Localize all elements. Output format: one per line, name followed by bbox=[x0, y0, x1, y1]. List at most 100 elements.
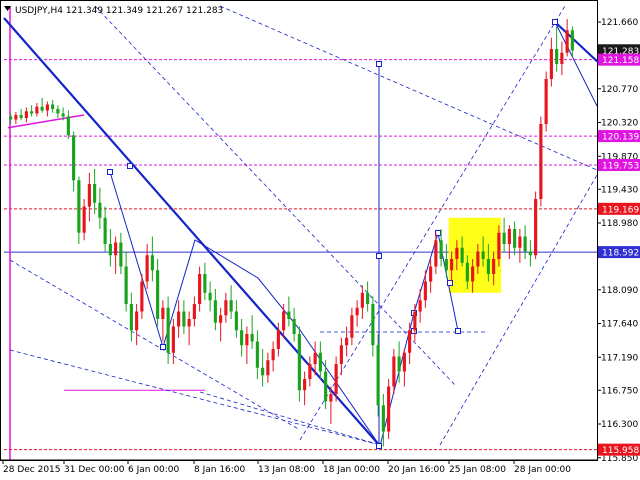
candle-body bbox=[166, 307, 170, 353]
candle-body bbox=[224, 300, 228, 316]
candle-body bbox=[402, 352, 406, 372]
candle-body bbox=[523, 236, 527, 252]
candle-body bbox=[481, 251, 485, 259]
candle-body bbox=[77, 180, 81, 233]
candle-body bbox=[261, 367, 265, 376]
candle-body bbox=[82, 206, 86, 233]
candle-body bbox=[276, 330, 280, 349]
candle-body bbox=[350, 315, 354, 338]
anchor-marker bbox=[160, 344, 166, 350]
candle-body bbox=[292, 319, 296, 334]
price-label: 118.592 bbox=[602, 249, 639, 259]
magenta-trendline bbox=[7, 114, 85, 129]
y-axis-tick-label: 120.320 bbox=[601, 119, 638, 129]
candle-body bbox=[255, 341, 259, 368]
candle-body bbox=[381, 405, 385, 432]
candle-body bbox=[534, 199, 538, 256]
anchor-marker bbox=[376, 443, 382, 449]
candle-body bbox=[14, 115, 18, 120]
x-axis-tick-label: 18 Jan 00:00 bbox=[323, 465, 380, 475]
candle-body bbox=[423, 281, 427, 301]
candle-body bbox=[444, 259, 448, 271]
candle-body bbox=[282, 311, 286, 331]
candle-body bbox=[513, 229, 517, 248]
candle-body bbox=[439, 240, 443, 259]
candle-body bbox=[156, 270, 160, 319]
candle-body bbox=[9, 116, 13, 120]
candle-body bbox=[30, 111, 34, 114]
chart-container: 121.660 120.770 120.320 119.870 119.430 118.9… bbox=[0, 0, 640, 480]
candle-body bbox=[287, 311, 291, 319]
candle-body bbox=[51, 104, 55, 109]
candle-body bbox=[486, 259, 490, 274]
candle-body bbox=[555, 49, 559, 64]
candle-body bbox=[171, 326, 175, 353]
candle-body bbox=[297, 334, 301, 391]
candle-body bbox=[45, 104, 49, 111]
candle-body bbox=[198, 274, 202, 304]
candle-body bbox=[334, 364, 338, 394]
price-label: 121.158 bbox=[602, 56, 639, 66]
channel-dashed-line bbox=[94, 5, 456, 386]
anchor-marker bbox=[376, 61, 382, 67]
candle-body bbox=[339, 345, 343, 364]
candle-body bbox=[308, 364, 312, 379]
x-axis-tick-label: 20 Jan 16:00 bbox=[388, 465, 445, 475]
x-axis-tick-label: 28 Dec 2015 bbox=[3, 465, 61, 475]
candle-body bbox=[376, 345, 380, 406]
candle-body bbox=[324, 371, 328, 402]
anchor-marker bbox=[107, 169, 113, 175]
candle-body bbox=[460, 247, 464, 263]
y-axis-tick-label: 116.300 bbox=[601, 420, 638, 430]
candle-body bbox=[87, 184, 91, 207]
candle-body bbox=[40, 106, 44, 111]
x-axis-tick-label: 13 Jan 08:00 bbox=[258, 465, 315, 475]
candle-body bbox=[203, 274, 207, 293]
candle-body bbox=[103, 217, 107, 244]
candle-body bbox=[544, 79, 548, 124]
candle-body bbox=[387, 386, 391, 432]
candle-body bbox=[161, 307, 165, 319]
candle-body bbox=[187, 319, 191, 327]
x-axis-tick-label: 28 Jan 00:00 bbox=[514, 465, 571, 475]
candle-body bbox=[145, 255, 149, 282]
channel-dashed-line bbox=[299, 5, 566, 441]
candle-body bbox=[360, 292, 364, 308]
candle-body bbox=[108, 244, 112, 256]
candle-body bbox=[129, 304, 133, 331]
candle-body bbox=[245, 334, 249, 346]
candle-body bbox=[19, 115, 23, 118]
channel-dashed-line bbox=[439, 174, 598, 446]
candle-body bbox=[497, 232, 501, 259]
candle-body bbox=[528, 251, 532, 256]
candle-body bbox=[93, 184, 97, 203]
anchor-marker bbox=[552, 19, 558, 25]
x-axis-tick-label: 8 Jan 16:00 bbox=[194, 465, 246, 475]
candle-body bbox=[213, 300, 217, 323]
y-axis-tick-label: 120.770 bbox=[601, 85, 638, 95]
candle-body bbox=[140, 281, 144, 312]
candle-body bbox=[434, 240, 438, 267]
candle-body bbox=[418, 300, 422, 312]
candle-body bbox=[413, 311, 417, 331]
candle-body bbox=[240, 330, 244, 346]
candle-body bbox=[124, 266, 128, 304]
price-label: 119.169 bbox=[602, 205, 639, 215]
candle-body bbox=[61, 113, 65, 117]
candle-body bbox=[229, 300, 233, 312]
x-axis-tick-label: 31 Dec 00:00 bbox=[64, 465, 125, 475]
y-axis-tick-label: 118.090 bbox=[601, 286, 638, 296]
anchor-marker bbox=[127, 163, 133, 169]
candle-body bbox=[450, 259, 454, 271]
candle-body bbox=[234, 311, 238, 331]
candle-body bbox=[371, 304, 375, 346]
candle-body bbox=[35, 106, 39, 114]
candle-body bbox=[98, 202, 102, 218]
candle-body bbox=[397, 356, 401, 372]
y-axis-tick-label: 118.980 bbox=[601, 219, 638, 229]
candlestick-chart: 121.660120.770120.320119.870119.430118.9… bbox=[0, 0, 640, 475]
candle-body bbox=[465, 262, 469, 282]
price-label: 119.753 bbox=[602, 162, 639, 172]
candle-body bbox=[177, 311, 181, 327]
x-axis-tick-label: 25 Jan 08:00 bbox=[449, 465, 506, 475]
